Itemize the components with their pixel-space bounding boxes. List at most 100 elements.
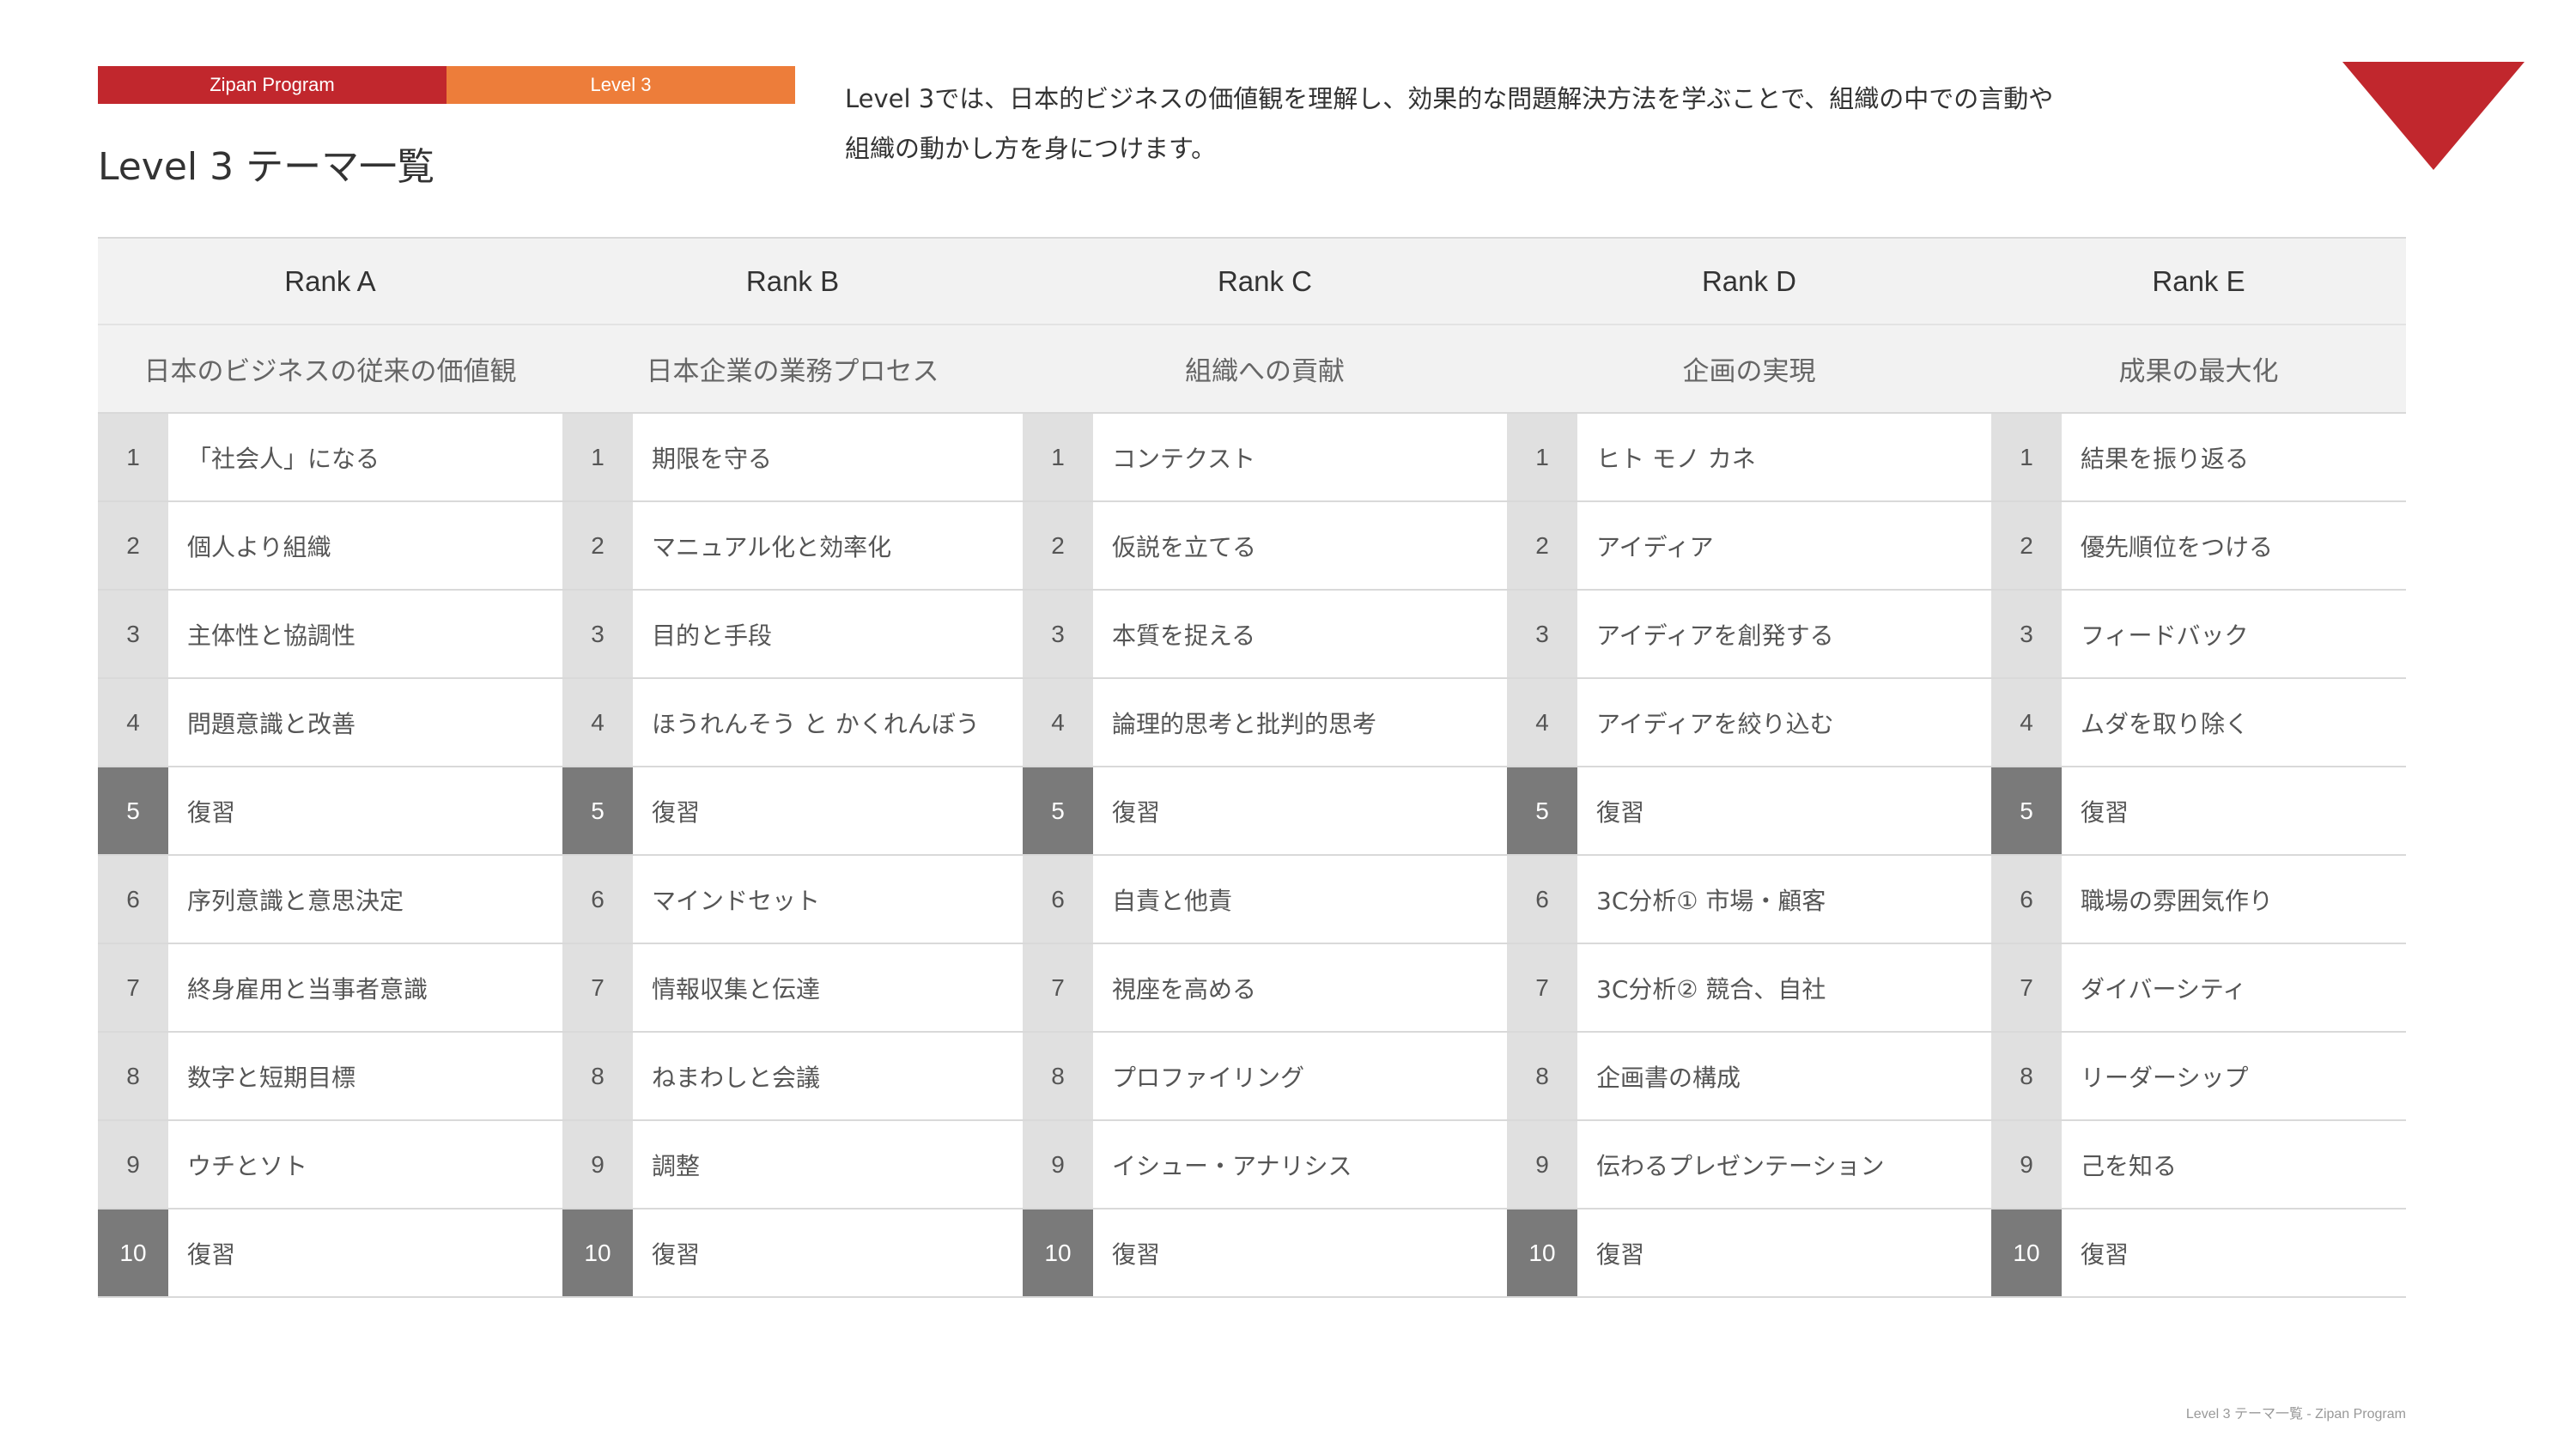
lesson-number: 7 — [1507, 944, 1577, 1031]
table-row: 5 復習 — [1023, 767, 1507, 856]
table-row: 4 ほうれんそう と かくれんぼう — [562, 679, 1023, 767]
lesson-number: 9 — [562, 1121, 633, 1208]
theme-header: 企画の実現 — [1507, 325, 1991, 414]
lesson-title: 本質を捉える — [1112, 621, 1256, 650]
table-row: 7 終身雇用と当事者意識 — [98, 944, 562, 1033]
theme-header: 日本企業の業務プロセス — [562, 325, 1023, 414]
table-row: 1 コンテクスト — [1023, 414, 1507, 502]
lesson-title: 序列意識と意思決定 — [187, 886, 404, 915]
lesson-number: 7 — [98, 944, 168, 1031]
lesson-number: 10 — [1023, 1210, 1093, 1296]
lesson-number: 1 — [1991, 414, 2062, 500]
lesson-number: 3 — [98, 591, 168, 677]
intro-line-2: 組織の動かし方を身につけます。 — [845, 134, 1217, 163]
table-row: 8 ねまわしと会議 — [562, 1033, 1023, 1121]
rank-column: Rank D 企画の実現 1 ヒト モノ カネ 2 アイディア 3 アイディアを創発する 4 アイ… — [1507, 237, 1991, 1298]
table-row: 6 3C分析① 市場・顧客 — [1507, 856, 1991, 944]
lesson-number: 6 — [562, 856, 633, 943]
theme-header: 日本のビジネスの従来の価値観 — [98, 325, 562, 414]
lesson-title: 主体性と協調性 — [187, 621, 356, 650]
rank-column: Rank E 成果の最大化 1 結果を振り返る 2 優先順位をつける 3 フィードバック 4 ムダ… — [1991, 237, 2406, 1298]
lesson-number: 6 — [98, 856, 168, 943]
table-row: 3 目的と手段 — [562, 591, 1023, 679]
lesson-title: 結果を振り返る — [2081, 444, 2250, 473]
lesson-title: 復習 — [1596, 797, 1645, 827]
lesson-title: 復習 — [187, 1240, 236, 1269]
table-row: 6 マインドセット — [562, 856, 1023, 944]
table-row: 7 ダイバーシティ — [1991, 944, 2406, 1033]
lesson-number: 3 — [562, 591, 633, 677]
theme-table: Rank A 日本のビジネスの従来の価値観 1 「社会人」になる 2 個人より組織 3 主体性… — [98, 237, 2406, 1298]
table-row: 1 結果を振り返る — [1991, 414, 2406, 502]
table-row: 3 アイディアを創発する — [1507, 591, 1991, 679]
lesson-title: 期限を守る — [652, 444, 773, 473]
table-row: 2 仮説を立てる — [1023, 502, 1507, 591]
lesson-number: 10 — [1507, 1210, 1577, 1296]
footer-caption: Level 3 テーマ一覧 - Zipan Program — [2185, 1407, 2406, 1422]
lesson-title: 復習 — [652, 797, 701, 827]
table-row: 3 主体性と協調性 — [98, 591, 562, 679]
table-row: 10 復習 — [562, 1210, 1023, 1298]
lesson-number: 2 — [98, 502, 168, 589]
lesson-title: ムダを取り除く — [2081, 709, 2250, 738]
lesson-number: 5 — [1023, 767, 1093, 854]
lesson-number: 3 — [1023, 591, 1093, 677]
table-row: 6 自責と他責 — [1023, 856, 1507, 944]
table-row: 2 アイディア — [1507, 502, 1991, 591]
table-row: 2 マニュアル化と効率化 — [562, 502, 1023, 591]
intro-text: Level 3では、日本的ビジネスの価値観を理解し、効果的な問題解決方法を学ぶこ… — [845, 74, 2184, 173]
lesson-number: 8 — [98, 1033, 168, 1119]
table-row: 4 論理的思考と批判的思考 — [1023, 679, 1507, 767]
lesson-number: 7 — [1023, 944, 1093, 1031]
rank-header: Rank B — [562, 237, 1023, 325]
table-row: 9 伝わるプレゼンテーション — [1507, 1121, 1991, 1210]
program-tag: Zipan Program — [98, 66, 447, 104]
lesson-title: ほうれんそう と かくれんぼう — [652, 709, 980, 738]
lesson-number: 5 — [562, 767, 633, 854]
table-row: 1 期限を守る — [562, 414, 1023, 502]
lesson-number: 4 — [1991, 679, 2062, 766]
lesson-title: 問題意識と改善 — [187, 709, 356, 738]
lesson-number: 6 — [1023, 856, 1093, 943]
lesson-title: ねまわしと会議 — [652, 1063, 821, 1092]
table-row: 7 3C分析② 競合、自社 — [1507, 944, 1991, 1033]
rank-header: Rank E — [1991, 237, 2406, 325]
theme-header: 成果の最大化 — [1991, 325, 2406, 414]
lesson-title: 優先順位をつける — [2081, 532, 2274, 561]
slide: Zipan Program Level 3 Level 3 テーマ一覧 Leve… — [0, 0, 2576, 1449]
table-row: 1 ヒト モノ カネ — [1507, 414, 1991, 502]
lesson-number: 1 — [1507, 414, 1577, 500]
rank-header: Rank A — [98, 237, 562, 325]
lesson-number: 6 — [1507, 856, 1577, 943]
table-row: 9 ウチとソト — [98, 1121, 562, 1210]
lesson-title: 復習 — [1112, 1240, 1161, 1269]
page-title: Level 3 テーマ一覧 — [98, 145, 435, 189]
table-row: 10 復習 — [1023, 1210, 1507, 1298]
lesson-title: 復習 — [1112, 797, 1161, 827]
lesson-number: 9 — [1991, 1121, 2062, 1208]
lesson-title: 3C分析① 市場・顧客 — [1596, 886, 1826, 915]
table-row: 5 復習 — [562, 767, 1023, 856]
down-triangle-logo — [2342, 62, 2524, 170]
lesson-number: 2 — [562, 502, 633, 589]
lesson-title: 復習 — [652, 1240, 701, 1269]
lesson-title: プロファイリング — [1112, 1063, 1305, 1092]
table-row: 8 数字と短期目標 — [98, 1033, 562, 1121]
lesson-number: 7 — [562, 944, 633, 1031]
lesson-title: アイディアを絞り込む — [1596, 709, 1834, 738]
lesson-title: アイディア — [1596, 532, 1714, 561]
table-row: 10 復習 — [1991, 1210, 2406, 1298]
lesson-title: 復習 — [2081, 1240, 2129, 1269]
table-row: 3 フィードバック — [1991, 591, 2406, 679]
theme-header: 組織への貢献 — [1023, 325, 1507, 414]
table-row: 5 復習 — [1991, 767, 2406, 856]
lesson-number: 1 — [1023, 414, 1093, 500]
lesson-title: マインドセット — [652, 886, 821, 915]
lesson-number: 8 — [1023, 1033, 1093, 1119]
lesson-number: 6 — [1991, 856, 2062, 943]
lesson-title: 論理的思考と批判的思考 — [1112, 709, 1377, 738]
table-row: 7 視座を高める — [1023, 944, 1507, 1033]
rank-header: Rank C — [1023, 237, 1507, 325]
lesson-title: 「社会人」になる — [187, 444, 380, 473]
lesson-number: 9 — [1507, 1121, 1577, 1208]
